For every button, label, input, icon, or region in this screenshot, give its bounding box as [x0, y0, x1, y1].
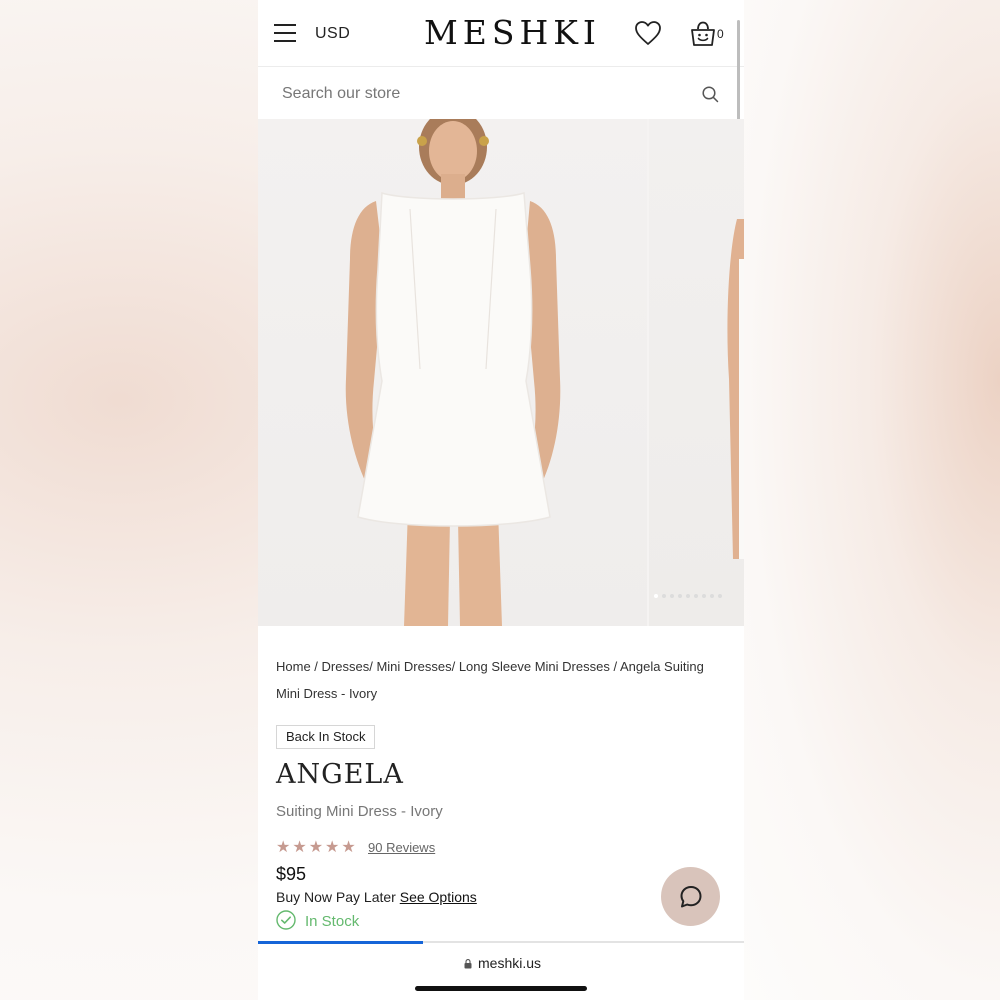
pagination-dot[interactable] — [694, 594, 698, 598]
star-icon: ★ — [325, 839, 342, 856]
gallery-pagination[interactable] — [654, 585, 726, 603]
model-dress-preview-illustration — [727, 219, 744, 559]
product-image-next-preview[interactable] — [649, 119, 744, 626]
star-icon: ★ — [276, 839, 293, 856]
pagination-dot[interactable] — [718, 594, 722, 598]
search-bar[interactable]: Search our store — [258, 67, 744, 119]
product-title: ANGELA — [276, 759, 404, 790]
pagination-dot[interactable] — [662, 594, 666, 598]
breadcrumb-separator: / — [310, 659, 322, 674]
breadcrumb: Home / Dresses/ Mini Dresses/ Long Sleev… — [276, 653, 728, 707]
currency-selector[interactable]: USD — [315, 25, 350, 43]
brand-logo[interactable]: MESHKI — [424, 13, 596, 52]
search-icon[interactable] — [702, 86, 719, 103]
breadcrumb-item[interactable]: Mini Dresses — [376, 659, 451, 674]
breadcrumb-separator: / — [451, 659, 459, 674]
breadcrumb-item[interactable]: Long Sleeve Mini Dresses — [459, 659, 610, 674]
product-image-gallery[interactable] — [258, 109, 744, 626]
menu-icon[interactable] — [274, 24, 296, 42]
mobile-browser-viewport: USD MESHKI 0 Search our store Home / Dre… — [258, 0, 744, 1000]
lock-icon — [464, 959, 472, 969]
bnpl-text: Buy Now Pay Later — [276, 889, 396, 905]
url-text[interactable]: meshki.us — [478, 955, 541, 971]
check-circle-icon — [276, 910, 296, 930]
breadcrumb-item[interactable]: Home — [276, 659, 311, 674]
rating-stars: ★★★★★ — [276, 837, 358, 857]
heart-icon[interactable] — [634, 20, 662, 46]
chat-bubble-icon — [680, 885, 701, 907]
product-image-main[interactable] — [258, 109, 647, 626]
pagination-dot[interactable] — [686, 594, 690, 598]
bnpl-info: Buy Now Pay Later See Options — [276, 889, 477, 905]
model-dress-illustration — [345, 109, 561, 626]
star-icon: ★ — [308, 839, 326, 856]
breadcrumb-item[interactable]: Dresses — [322, 659, 370, 674]
pagination-dot[interactable] — [678, 594, 682, 598]
reviews-link[interactable]: 90 Reviews — [368, 840, 435, 855]
home-indicator[interactable] — [415, 986, 587, 991]
cart-count: 0 — [717, 27, 724, 41]
stock-status: In Stock — [305, 913, 360, 930]
status-badge: Back In Stock — [276, 725, 376, 749]
pagination-dot[interactable] — [710, 594, 714, 598]
pagination-dot[interactable] — [654, 594, 658, 598]
star-icon: ★ — [292, 839, 309, 856]
see-options-link[interactable]: See Options — [400, 889, 477, 905]
pagination-dot[interactable] — [670, 594, 674, 598]
site-header: USD MESHKI 0 — [258, 0, 744, 67]
background-blur-right — [744, 0, 1000, 1000]
pagination-dot[interactable] — [702, 594, 706, 598]
bag-icon[interactable] — [690, 20, 716, 48]
breadcrumb-separator: / — [609, 659, 620, 674]
product-subtitle: Suiting Mini Dress - Ivory — [276, 803, 443, 820]
star-icon: ★ — [341, 839, 358, 856]
browser-url-bar[interactable]: meshki.us — [258, 944, 744, 1000]
product-price: $95 — [276, 864, 307, 884]
search-input[interactable]: Search our store — [282, 85, 400, 103]
chat-button[interactable] — [661, 867, 720, 926]
